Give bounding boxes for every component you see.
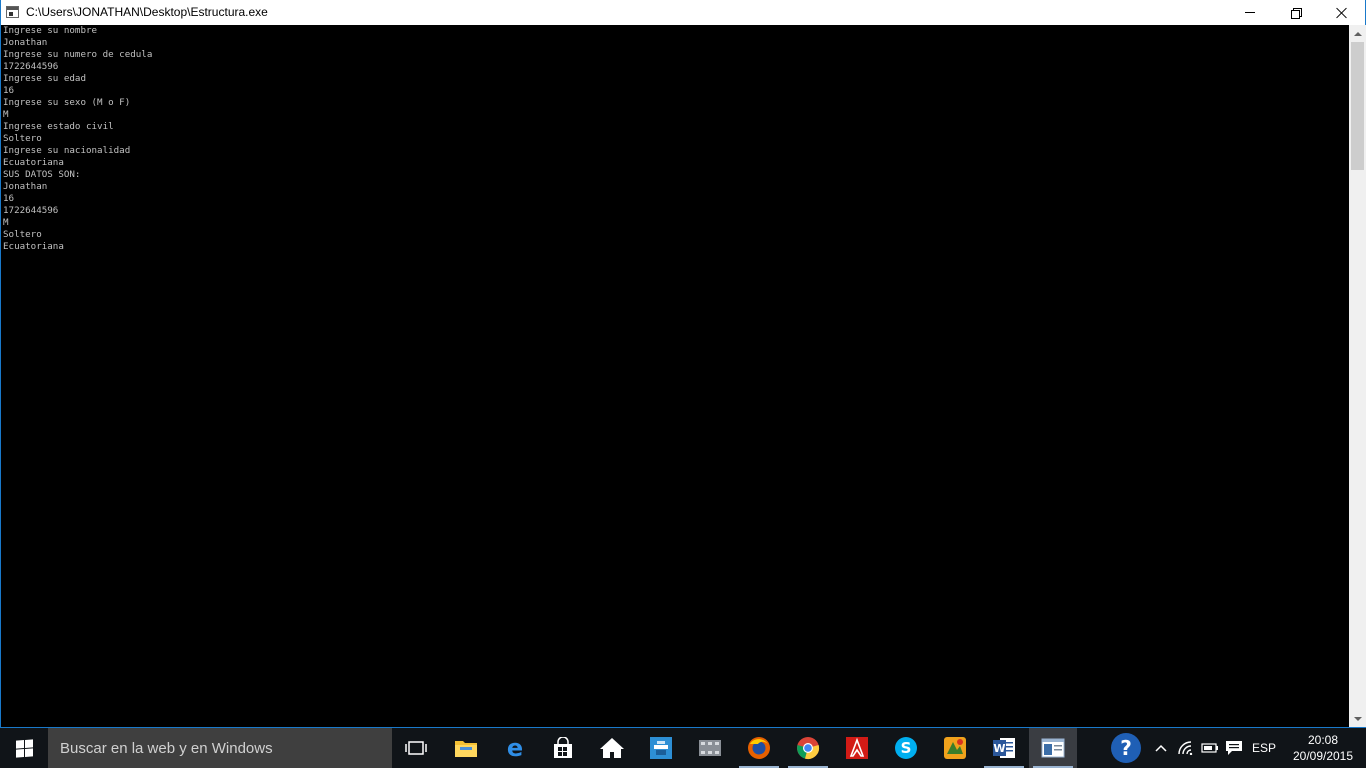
scroll-down-button[interactable] xyxy=(1349,710,1366,727)
taskbar-store[interactable] xyxy=(539,728,587,768)
scroll-up-button[interactable] xyxy=(1349,25,1366,42)
console-line: SUS DATOS SON: xyxy=(3,169,81,180)
show-hidden-icons-button[interactable] xyxy=(1150,728,1172,768)
skype-icon: S xyxy=(895,737,917,759)
window-title: C:\Users\JONATHAN\Desktop\Estructura.exe xyxy=(26,5,268,19)
console-line: Ingrese su numero de cedula xyxy=(3,49,153,60)
store-bag-icon xyxy=(554,737,572,758)
blue-app-icon xyxy=(650,737,672,759)
chrome-icon xyxy=(797,737,820,760)
start-button[interactable] xyxy=(0,728,48,768)
firefox-icon xyxy=(748,737,770,759)
console-lines: Ingrese su nombre Jonathan Ingrese su nu… xyxy=(2,25,1349,253)
taskbar-app-blue[interactable] xyxy=(637,728,685,768)
console-line: Ecuatoriana xyxy=(3,157,64,168)
notifications-icon xyxy=(1226,741,1242,755)
taskbar-chrome[interactable] xyxy=(784,728,832,768)
taskbar-file-explorer[interactable] xyxy=(442,728,490,768)
clock-time: 20:08 xyxy=(1307,733,1339,747)
clock-date: 20/09/2015 xyxy=(1292,749,1354,763)
console-line: Ecuatoriana xyxy=(3,241,64,252)
clock[interactable]: 20:08 20/09/2015 xyxy=(1286,732,1360,764)
taskbar-app-film[interactable] xyxy=(686,728,734,768)
console-line: Soltero xyxy=(3,229,42,240)
task-view-icon xyxy=(405,741,427,755)
taskbar-adobe-reader[interactable] xyxy=(833,728,881,768)
task-view-button[interactable] xyxy=(392,728,440,768)
console-line: 16 xyxy=(3,193,15,204)
console-line: Ingrese su nombre xyxy=(3,25,98,36)
title-bar[interactable]: C:\Users\JONATHAN\Desktop\Estructura.exe xyxy=(1,0,1365,25)
game-app-icon xyxy=(944,737,966,759)
adobe-reader-icon xyxy=(846,737,868,759)
scroll-thumb[interactable] xyxy=(1351,42,1364,170)
edge-icon: e xyxy=(507,736,523,760)
network-button[interactable] xyxy=(1175,728,1199,768)
console-line: 1722644596 xyxy=(3,205,59,216)
arrow-down-icon xyxy=(1353,716,1362,721)
taskbar-edge[interactable]: e xyxy=(491,728,539,768)
restore-icon xyxy=(1291,7,1302,19)
help-button[interactable]: ? xyxy=(1106,728,1146,768)
arrow-up-icon xyxy=(1353,31,1362,36)
taskbar-console-window[interactable] xyxy=(1029,728,1077,768)
close-button[interactable] xyxy=(1319,0,1365,25)
windows-logo-icon xyxy=(15,738,33,758)
console-window: C:\Users\JONATHAN\Desktop\Estructura.exe… xyxy=(0,0,1366,728)
console-line: 16 xyxy=(3,85,15,96)
taskbar-app-game[interactable] xyxy=(931,728,979,768)
film-icon xyxy=(699,740,721,756)
input-language: ESP xyxy=(1251,741,1276,755)
battery-button[interactable] xyxy=(1199,728,1221,768)
taskbar-word[interactable]: W xyxy=(980,728,1028,768)
console-app-icon[interactable] xyxy=(6,6,19,18)
word-icon: W xyxy=(993,738,1015,758)
wifi-icon xyxy=(1178,741,1193,755)
console-line: M xyxy=(3,217,9,228)
taskbar-home[interactable] xyxy=(588,728,636,768)
search-box[interactable]: Buscar en la web y en Windows xyxy=(48,728,392,768)
taskbar-firefox[interactable] xyxy=(735,728,783,768)
minimize-icon xyxy=(1245,12,1255,13)
taskbar: Buscar en la web y en Windows e S W ? ES… xyxy=(0,728,1366,768)
console-line: Jonathan xyxy=(3,181,48,192)
console-line: Soltero xyxy=(3,133,42,144)
restore-button[interactable] xyxy=(1273,0,1319,25)
console-line: Jonathan xyxy=(3,37,48,48)
svg-text:S: S xyxy=(901,739,912,757)
action-center-button[interactable] xyxy=(1222,728,1246,768)
folder-icon xyxy=(455,741,477,757)
input-language-button[interactable]: ESP xyxy=(1248,728,1280,768)
console-line: 1722644596 xyxy=(3,61,59,72)
minimize-button[interactable] xyxy=(1227,0,1273,25)
console-line: Ingrese su sexo (M o F) xyxy=(3,97,131,108)
close-icon xyxy=(1336,7,1348,19)
console-line: M xyxy=(3,109,9,120)
home-icon xyxy=(600,738,624,758)
vertical-scrollbar[interactable] xyxy=(1349,25,1366,727)
svg-text:?: ? xyxy=(1120,736,1132,760)
search-placeholder: Buscar en la web y en Windows xyxy=(60,740,273,757)
chevron-up-icon xyxy=(1155,744,1167,752)
console-output[interactable]: Ingrese su nombre Jonathan Ingrese su nu… xyxy=(2,25,1349,727)
help-question-icon: ? xyxy=(1111,733,1141,763)
console-line: Ingrese su nacionalidad xyxy=(3,145,131,156)
svg-text:W: W xyxy=(993,742,1005,755)
battery-icon xyxy=(1201,743,1218,753)
taskbar-skype[interactable]: S xyxy=(882,728,930,768)
svg-text:e: e xyxy=(507,736,523,760)
console-window-icon xyxy=(1041,738,1065,758)
console-line: Ingrese estado civil xyxy=(3,121,114,132)
console-line: Ingrese su edad xyxy=(3,73,86,84)
